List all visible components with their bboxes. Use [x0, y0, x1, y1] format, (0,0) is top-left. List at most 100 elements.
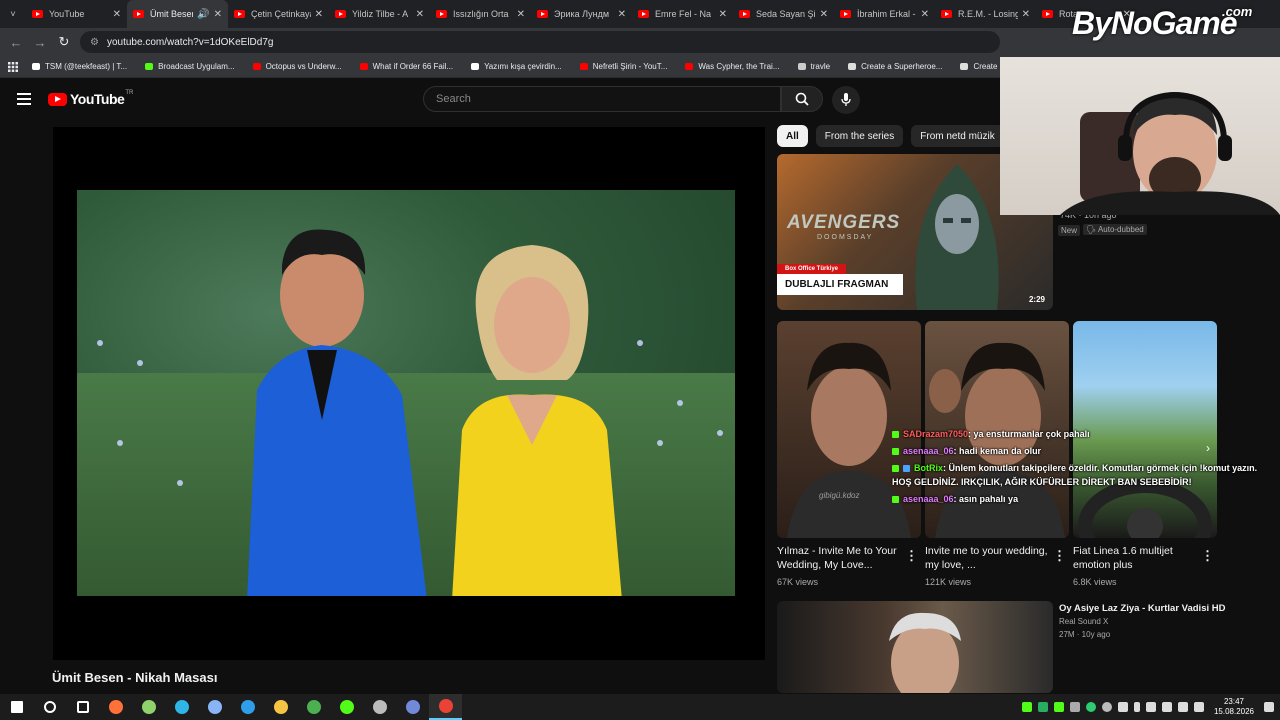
discord-icon[interactable] — [396, 694, 429, 720]
tray-settings-icon[interactable] — [1101, 702, 1112, 712]
forward-icon[interactable]: → — [28, 35, 52, 50]
short-thumbnail-3[interactable] — [1073, 321, 1217, 538]
filter-chip[interactable]: All — [777, 125, 808, 147]
bookmark-item[interactable]: TSM (@teekfeast) | T... — [32, 62, 127, 71]
more-options-icon[interactable]: ⋮ — [1201, 548, 1214, 564]
next-video-thumbnail[interactable] — [777, 601, 1053, 693]
chrome-active-icon[interactable] — [429, 694, 462, 720]
next-video-title[interactable]: Oy Asiye Laz Ziya - Kurtlar Vadisi HD — [1059, 602, 1225, 616]
chrome-icon[interactable] — [297, 694, 330, 720]
short-title-1[interactable]: Yılmaz - Invite Me to Your Wedding, My L… — [777, 544, 901, 572]
browser-tab[interactable]: Эрика Лундм ✕ — [531, 0, 632, 28]
microphone-icon[interactable] — [1133, 702, 1140, 712]
video-frame[interactable] — [77, 190, 735, 596]
back-icon[interactable]: ← — [4, 35, 28, 50]
microphone-icon — [841, 93, 851, 106]
site-info-icon[interactable]: ⚙ — [90, 37, 99, 48]
browser-tab[interactable]: R.E.M. - Losing ✕ — [935, 0, 1036, 28]
search-input[interactable]: Search — [423, 86, 781, 112]
filter-chip[interactable]: From the series — [815, 125, 904, 147]
voice-search-button[interactable] — [832, 86, 860, 114]
taskbar-clock[interactable]: 23:47 15.08.2026 — [1214, 697, 1254, 717]
close-tab-icon[interactable]: ✕ — [820, 9, 828, 20]
display-icon[interactable] — [1177, 702, 1188, 712]
youtube-logo[interactable]: YouTube TR — [48, 90, 133, 107]
youtube-favicon-icon — [739, 10, 750, 18]
close-tab-icon[interactable]: ✕ — [214, 9, 222, 20]
bookmark-item[interactable]: Yazımı kışa çevirdin... — [471, 62, 562, 71]
close-tab-icon[interactable]: ✕ — [719, 9, 727, 20]
task-view-icon[interactable] — [66, 694, 99, 720]
browser-tab[interactable]: Issızlığın Orta ✕ — [430, 0, 531, 28]
close-tab-icon[interactable]: ✕ — [517, 9, 525, 20]
obs-like-icon[interactable] — [330, 694, 363, 720]
clock-date: 15.08.2026 — [1213, 707, 1254, 716]
youtube-favicon-icon — [1042, 10, 1053, 18]
chat-message: HOŞ GELDİNİZ. IRKÇILIK, AĞIR KÜFÜRLER Dİ… — [892, 477, 1192, 487]
search-icon[interactable] — [33, 694, 66, 720]
close-tab-icon[interactable]: ✕ — [618, 9, 626, 20]
reload-icon[interactable]: ↻ — [52, 34, 76, 50]
edge-icon[interactable] — [165, 694, 198, 720]
browser-tab[interactable]: Ümit Besen 🔊 ✕ — [127, 0, 228, 28]
close-tab-icon[interactable]: ✕ — [113, 9, 121, 20]
short-title-3[interactable]: Fiat Linea 1.6 multijet emotion plus — [1073, 544, 1197, 572]
close-tab-icon[interactable]: ✕ — [921, 9, 929, 20]
bookmark-item[interactable]: travle — [797, 62, 830, 71]
network-icon[interactable] — [1145, 702, 1156, 712]
firefox-icon[interactable] — [99, 694, 132, 720]
browser-tab[interactable]: YouTube ✕ — [26, 0, 127, 28]
next-video-channel[interactable]: Real Sound X — [1059, 617, 1108, 626]
bookmark-item[interactable]: Octopus vs Underw... — [252, 62, 342, 71]
bookmark-item[interactable]: Nefretli Şirin - YouT... — [579, 62, 667, 71]
app-icon[interactable] — [132, 694, 165, 720]
language-icon[interactable] — [1193, 702, 1204, 712]
close-tab-icon[interactable]: ✕ — [1022, 9, 1030, 20]
bookmark-item[interactable]: Was Cypher, the Trai... — [685, 62, 780, 71]
browser-tab[interactable]: İbrahim Erkal - ✕ — [834, 0, 935, 28]
clock-time: 23:47 — [1223, 697, 1244, 706]
bookmark-item[interactable]: Broadcast Uygulam... — [145, 62, 235, 71]
tray-app-icon[interactable] — [1117, 702, 1128, 712]
more-options-icon[interactable]: ⋮ — [1053, 548, 1066, 564]
start-icon[interactable] — [0, 694, 33, 720]
close-tab-icon[interactable]: ✕ — [416, 9, 424, 20]
volume-icon[interactable] — [1161, 702, 1172, 712]
speaker-icon[interactable]: 🔊 — [197, 9, 209, 20]
tray-app-icon[interactable] — [1037, 702, 1048, 712]
bookmark-item[interactable]: What if Order 66 Fail... — [359, 62, 453, 71]
video-scene-woman — [452, 245, 622, 596]
filter-chip[interactable]: From netd müzik — [911, 125, 1004, 147]
bookmark-item[interactable]: Create a Superheroe... — [848, 62, 942, 71]
short-views-2: 121K views — [925, 577, 972, 587]
short-title-2[interactable]: Invite me to your wedding, my love, ... — [925, 544, 1049, 572]
apps-grid-icon[interactable] — [8, 61, 18, 72]
search-button[interactable] — [781, 86, 823, 112]
tray-app-icon[interactable] — [1069, 702, 1080, 712]
shorts-next-button[interactable]: › — [1206, 441, 1210, 455]
tab-search-button[interactable]: ˅ — [0, 0, 26, 28]
chat-text: : ya ensturmanlar çok pahalı — [968, 429, 1090, 439]
settings-icon[interactable] — [363, 694, 396, 720]
tray-status-icon[interactable] — [1085, 702, 1096, 712]
browser-tab[interactable]: Emre Fel - Na ✕ — [632, 0, 733, 28]
tray-app-icon[interactable] — [1053, 702, 1064, 712]
address-bar[interactable]: ⚙ youtube.com/watch?v=1dOKeElDd7g — [80, 31, 1000, 53]
bookmark-favicon-icon — [359, 63, 368, 70]
close-tab-icon[interactable]: ✕ — [315, 9, 323, 20]
browser-tab[interactable]: Çetin Çetinkaya ✕ — [228, 0, 329, 28]
control-panel-icon[interactable] — [198, 694, 231, 720]
menu-icon[interactable] — [17, 93, 31, 105]
notifications-icon[interactable] — [1264, 702, 1274, 712]
video-scene-flower — [137, 360, 143, 366]
file-explorer-icon[interactable] — [264, 694, 297, 720]
browser-tab[interactable]: Yildiz Tilbe - A ✕ — [329, 0, 430, 28]
more-options-icon[interactable]: ⋮ — [905, 548, 918, 564]
url-text: youtube.com/watch?v=1dOKeElDd7g — [106, 36, 274, 48]
video-scene-flower — [677, 400, 683, 406]
browser-tab[interactable]: Seda Sayan Şi ✕ — [733, 0, 834, 28]
store-icon[interactable] — [231, 694, 264, 720]
kick-badge-icon — [892, 465, 899, 472]
video-player[interactable] — [53, 127, 765, 660]
tray-play-icon[interactable] — [1021, 702, 1032, 712]
